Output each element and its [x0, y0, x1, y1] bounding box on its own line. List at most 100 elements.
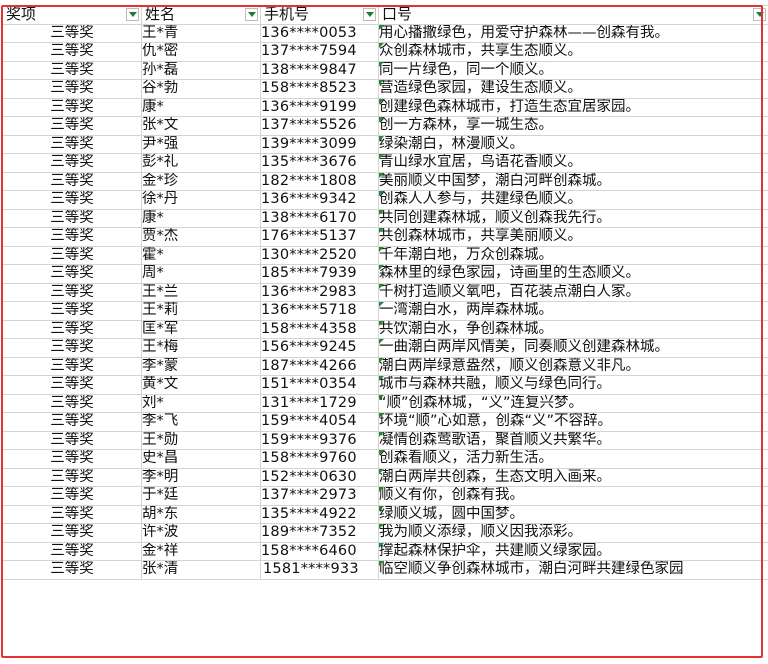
cell-award[interactable]: 三等奖 — [2, 245, 142, 265]
cell-slogan[interactable]: 同一片绿色，同一个顺义。 — [378, 60, 768, 80]
cell-phone[interactable]: 189****7352 — [260, 523, 379, 543]
cell-award[interactable]: 三等奖 — [2, 153, 142, 173]
cell-slogan[interactable]: 潮白两岸绿意盎然，顺义创森意义非凡。 — [378, 356, 768, 376]
cell-award[interactable]: 三等奖 — [2, 541, 142, 561]
cell-name[interactable]: 李*明 — [141, 467, 261, 487]
cell-phone[interactable]: 130****2520 — [260, 245, 379, 265]
cell-slogan[interactable]: 千年潮白地，万众创森城。 — [378, 245, 768, 265]
cell-phone[interactable]: 158****4358 — [260, 319, 379, 339]
header-slogan[interactable]: 口号 — [378, 5, 768, 25]
filter-dropdown-icon[interactable] — [753, 8, 766, 21]
cell-award[interactable]: 三等奖 — [2, 42, 142, 62]
cell-name[interactable]: 张*文 — [141, 116, 261, 136]
cell-name[interactable]: 王*兰 — [141, 282, 261, 302]
cell-phone[interactable]: 136****5718 — [260, 301, 379, 321]
cell-name[interactable]: 史*昌 — [141, 449, 261, 469]
header-award[interactable]: 奖项 — [2, 5, 142, 25]
cell-name[interactable]: 李*蒙 — [141, 356, 261, 376]
cell-name[interactable]: 刘* — [141, 393, 261, 413]
cell-award[interactable]: 三等奖 — [2, 208, 142, 228]
cell-slogan[interactable]: 创森看顺义，活力新生活。 — [378, 449, 768, 469]
cell-name[interactable]: 金*珍 — [141, 171, 261, 191]
cell-slogan[interactable]: 临空顺义争创森林城市，潮白河畔共建绿色家园 — [378, 560, 768, 580]
cell-slogan[interactable]: 一曲潮白两岸风情美，同奏顺义创建森林城。 — [378, 338, 768, 358]
cell-award[interactable]: 三等奖 — [2, 449, 142, 469]
cell-name[interactable]: 霍* — [141, 245, 261, 265]
cell-name[interactable]: 谷*勃 — [141, 79, 261, 99]
cell-name[interactable]: 徐*丹 — [141, 190, 261, 210]
cell-award[interactable]: 三等奖 — [2, 301, 142, 321]
cell-award[interactable]: 三等奖 — [2, 264, 142, 284]
cell-name[interactable]: 匡*军 — [141, 319, 261, 339]
cell-phone[interactable]: 156****9245 — [260, 338, 379, 358]
cell-slogan[interactable]: 千树打造顺义氧吧，百花装点潮白人家。 — [378, 282, 768, 302]
cell-name[interactable]: 胡*东 — [141, 504, 261, 524]
cell-slogan[interactable]: 城市与森林共融，顺义与绿色同行。 — [378, 375, 768, 395]
cell-award[interactable]: 三等奖 — [2, 97, 142, 117]
cell-name[interactable]: 孙*磊 — [141, 60, 261, 80]
cell-phone[interactable]: 137****5526 — [260, 116, 379, 136]
filter-dropdown-icon[interactable] — [126, 8, 139, 21]
cell-slogan[interactable]: 撑起森林保护伞，共建顺义绿家园。 — [378, 541, 768, 561]
header-name[interactable]: 姓名 — [141, 5, 261, 25]
cell-phone[interactable]: 187****4266 — [260, 356, 379, 376]
cell-award[interactable]: 三等奖 — [2, 171, 142, 191]
cell-award[interactable]: 三等奖 — [2, 375, 142, 395]
cell-phone[interactable]: 185****7939 — [260, 264, 379, 284]
cell-phone[interactable]: 136****9342 — [260, 190, 379, 210]
cell-name[interactable]: 金*祥 — [141, 541, 261, 561]
cell-award[interactable]: 三等奖 — [2, 79, 142, 99]
cell-phone[interactable]: 135****3676 — [260, 153, 379, 173]
cell-phone[interactable]: 151****0354 — [260, 375, 379, 395]
filter-dropdown-icon[interactable] — [245, 8, 258, 21]
cell-name[interactable]: 王*勋 — [141, 430, 261, 450]
cell-name[interactable]: 黄*文 — [141, 375, 261, 395]
cell-phone[interactable]: 138****9847 — [260, 60, 379, 80]
cell-award[interactable]: 三等奖 — [2, 23, 142, 43]
cell-slogan[interactable]: 绿染潮白，林漫顺义。 — [378, 134, 768, 154]
cell-name[interactable]: 康* — [141, 208, 261, 228]
cell-slogan[interactable]: 共饮潮白水，争创森林城。 — [378, 319, 768, 339]
cell-slogan[interactable]: 美丽顺义中国梦，潮白河畔创森城。 — [378, 171, 768, 191]
cell-award[interactable]: 三等奖 — [2, 190, 142, 210]
cell-award[interactable]: 三等奖 — [2, 412, 142, 432]
cell-phone[interactable]: 152****0630 — [260, 467, 379, 487]
cell-name[interactable]: 王*莉 — [141, 301, 261, 321]
cell-phone[interactable]: 136****0053 — [260, 23, 379, 43]
cell-phone[interactable]: 136****2983 — [260, 282, 379, 302]
cell-name[interactable]: 贾*杰 — [141, 227, 261, 247]
cell-slogan[interactable]: 潮白两岸共创森，生态文明入画来。 — [378, 467, 768, 487]
cell-name[interactable]: 王*梅 — [141, 338, 261, 358]
filter-dropdown-icon[interactable] — [363, 8, 376, 21]
header-phone[interactable]: 手机号 — [260, 5, 379, 25]
cell-award[interactable]: 三等奖 — [2, 560, 142, 580]
cell-slogan[interactable]: 森林里的绿色家园，诗画里的生态顺义。 — [378, 264, 768, 284]
cell-award[interactable]: 三等奖 — [2, 486, 142, 506]
cell-phone[interactable]: 159****4054 — [260, 412, 379, 432]
cell-slogan[interactable]: 用心播撒绿色，用爱守护森林——创森有我。 — [378, 23, 768, 43]
cell-name[interactable]: 康* — [141, 97, 261, 117]
cell-slogan[interactable]: “顺”创森林城，“义”连复兴梦。 — [378, 393, 768, 413]
cell-award[interactable]: 三等奖 — [2, 116, 142, 136]
cell-slogan[interactable]: 我为顺义添绿，顺义因我添彩。 — [378, 523, 768, 543]
cell-slogan[interactable]: 一湾潮白水，两岸森林城。 — [378, 301, 768, 321]
cell-phone[interactable]: 176****5137 — [260, 227, 379, 247]
cell-phone[interactable]: 139****3099 — [260, 134, 379, 154]
cell-phone[interactable]: 138****6170 — [260, 208, 379, 228]
cell-slogan[interactable]: 青山绿水宜居，鸟语花香顺义。 — [378, 153, 768, 173]
cell-slogan[interactable]: 绿顺义城，圆中国梦。 — [378, 504, 768, 524]
cell-name[interactable]: 周* — [141, 264, 261, 284]
cell-award[interactable]: 三等奖 — [2, 60, 142, 80]
cell-slogan[interactable]: 众创森林城市，共享生态顺义。 — [378, 42, 768, 62]
cell-award[interactable]: 三等奖 — [2, 393, 142, 413]
cell-award[interactable]: 三等奖 — [2, 227, 142, 247]
cell-slogan[interactable]: 创森人人参与，共建绿色顺义。 — [378, 190, 768, 210]
cell-slogan[interactable]: 共同创建森林城，顺义创森我先行。 — [378, 208, 768, 228]
cell-award[interactable]: 三等奖 — [2, 504, 142, 524]
cell-award[interactable]: 三等奖 — [2, 282, 142, 302]
cell-name[interactable]: 张*清 — [141, 560, 261, 580]
cell-name[interactable]: 仇*密 — [141, 42, 261, 62]
cell-phone[interactable]: 136****9199 — [260, 97, 379, 117]
cell-name[interactable]: 王*青 — [141, 23, 261, 43]
cell-slogan[interactable]: 创一方森林，享一城生态。 — [378, 116, 768, 136]
